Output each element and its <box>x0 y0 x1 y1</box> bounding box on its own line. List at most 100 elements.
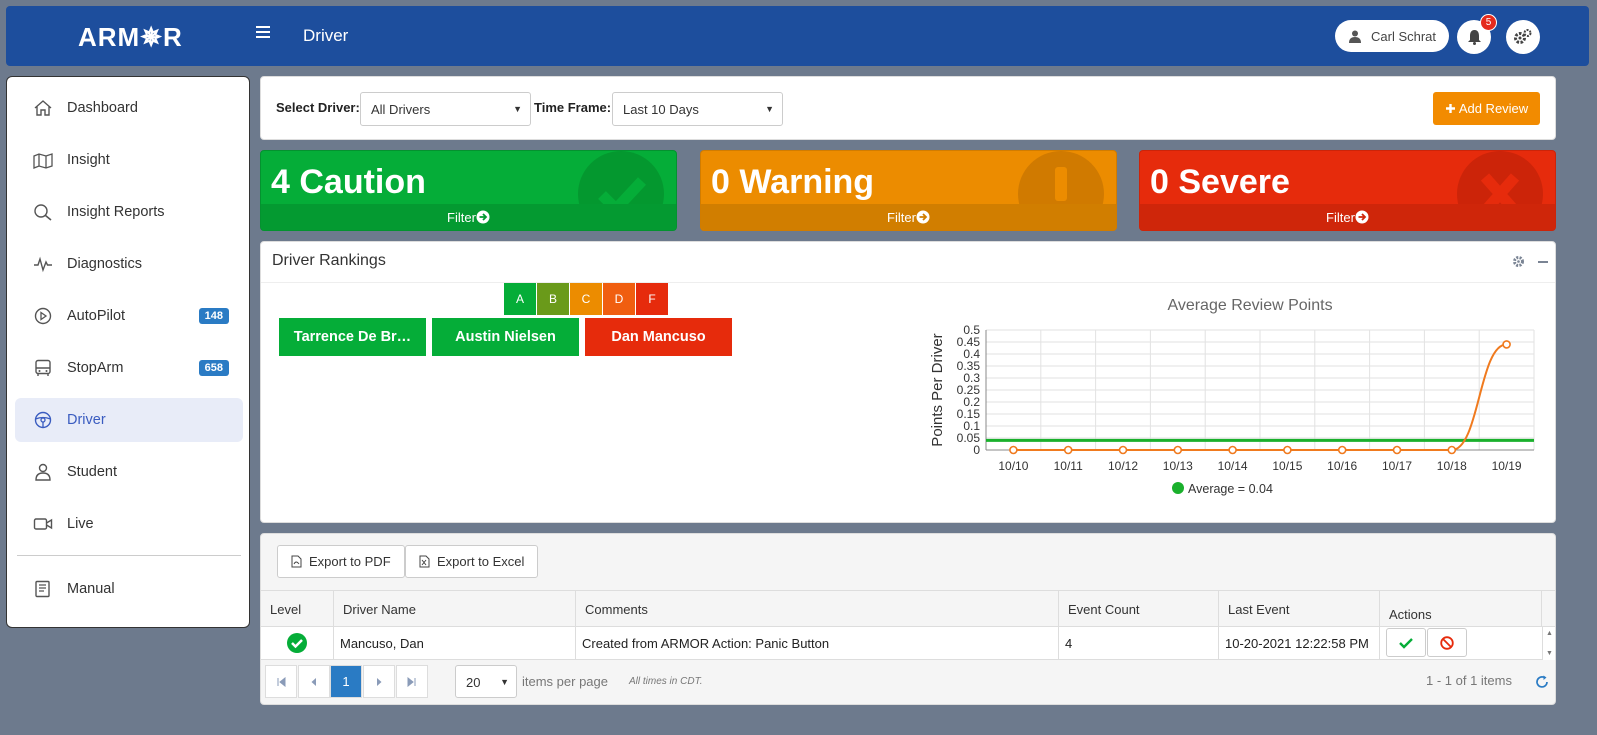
user-icon <box>1349 30 1361 43</box>
add-review-label: Add Review <box>1458 101 1529 116</box>
grade-a[interactable]: A <box>504 283 536 315</box>
settings-button[interactable] <box>1506 20 1540 54</box>
map-icon <box>33 153 53 169</box>
severe-card: 0 Severe Filter <box>1139 150 1556 231</box>
select-driver-label: Select Driver: <box>276 100 360 115</box>
notification-badge: 5 <box>1480 14 1497 31</box>
y-tick-label: 0.3 <box>963 371 980 385</box>
data-point <box>1173 445 1183 455</box>
sidebar-item-stoparm[interactable]: StopArm 658 <box>15 346 243 390</box>
notifications-button[interactable]: 5 <box>1457 14 1497 54</box>
refresh-icon[interactable] <box>1535 675 1549 689</box>
sidebar-item-student[interactable]: Student <box>15 450 243 494</box>
column-header-event-count[interactable]: Event Count <box>1059 591 1219 627</box>
user-name: Carl Schrat <box>1371 28 1437 44</box>
hamburger-menu-icon[interactable] <box>256 26 270 38</box>
home-icon <box>34 100 52 116</box>
add-review-button[interactable]: Add Review <box>1433 92 1540 125</box>
user-menu-button[interactable]: Carl Schrat <box>1335 20 1449 52</box>
video-camera-icon <box>33 518 53 530</box>
page-size-select[interactable]: 20 ▼ <box>455 665 517 698</box>
sidebar-item-label: Insight <box>67 152 110 168</box>
data-point <box>1063 445 1073 455</box>
data-point <box>1228 445 1237 455</box>
caution-count: 4 Caution <box>271 163 426 201</box>
gear-icon[interactable] <box>1512 255 1525 268</box>
y-tick-label: 0.1 <box>963 419 980 433</box>
search-icon <box>34 204 52 221</box>
column-header-last-event[interactable]: Last Event <box>1219 591 1380 627</box>
excel-file-icon <box>419 555 430 568</box>
sidebar-item-autopilot[interactable]: AutoPilot 148 <box>15 294 243 338</box>
sidebar-item-insight-reports[interactable]: Insight Reports <box>15 190 243 234</box>
student-icon <box>35 463 51 481</box>
time-frame-select[interactable]: Last 10 Days <box>612 92 783 126</box>
column-header-actions: Actions <box>1380 591 1542 627</box>
next-page-button[interactable] <box>363 665 395 698</box>
previous-page-button[interactable] <box>298 665 330 698</box>
grade-d[interactable]: D <box>603 283 635 315</box>
table-scrollbar[interactable]: ▲ ▼ <box>1542 627 1555 660</box>
sidebar-item-label: Student <box>67 464 117 480</box>
warning-filter-link[interactable]: Filter <box>701 204 1116 230</box>
severe-count: 0 Severe <box>1150 163 1290 201</box>
minimize-icon[interactable] <box>1537 255 1549 268</box>
autopilot-count-badge: 148 <box>198 308 229 324</box>
x-tick-label: 10/18 <box>1437 459 1467 473</box>
pager-summary: 1 - 1 of 1 items <box>1426 673 1512 688</box>
driver-select[interactable]: All Drivers <box>360 92 531 126</box>
export-pdf-label: Export to PDF <box>309 554 391 569</box>
sidebar-item-label: Dashboard <box>67 100 138 116</box>
sidebar-item-driver[interactable]: Driver <box>15 398 243 442</box>
column-header-driver-name[interactable]: Driver Name <box>334 591 576 627</box>
plus-icon <box>1445 104 1455 113</box>
sidebar-item-live[interactable]: Live <box>15 502 243 546</box>
driver-rank-chip[interactable]: Dan Mancuso <box>585 318 732 356</box>
average-review-points-chart: Average Review Points 00.050.10.150.20.25… <box>929 297 1535 496</box>
top-bar: ARM✵R Driver Carl Schrat 5 <box>6 6 1589 66</box>
data-point <box>1447 445 1457 455</box>
reject-button[interactable] <box>1427 628 1467 657</box>
warning-count: 0 Warning <box>711 163 875 201</box>
y-tick-label: 0.2 <box>963 395 980 409</box>
chart-title: Average Review Points <box>1167 297 1332 314</box>
data-point <box>1009 445 1018 455</box>
grade-f[interactable]: F <box>636 283 668 315</box>
approve-button[interactable] <box>1386 628 1426 657</box>
sidebar-item-dashboard[interactable]: Dashboard <box>15 86 243 130</box>
export-pdf-button[interactable]: Export to PDF <box>277 545 405 578</box>
driver-select-value: All Drivers <box>371 102 431 117</box>
sidebar-item-manual[interactable]: Manual <box>15 567 243 611</box>
grade-c[interactable]: C <box>570 283 602 315</box>
panel-header <box>261 242 1555 283</box>
caution-card: 4 Caution Filter <box>260 150 677 231</box>
grade-b[interactable]: B <box>537 283 569 315</box>
filter-label: Filter <box>1326 209 1355 225</box>
data-point <box>1118 445 1128 455</box>
driver-rank-chip[interactable]: Tarrence De Br… <box>279 318 426 356</box>
sidebar-item-insight[interactable]: Insight <box>15 138 243 182</box>
data-point <box>1337 445 1347 455</box>
armor-logo[interactable]: ARM✵R <box>78 22 183 53</box>
first-page-button[interactable] <box>265 665 297 698</box>
warning-card: 0 Warning Filter <box>700 150 1117 231</box>
export-excel-button[interactable]: Export to Excel <box>405 545 539 578</box>
sidebar-item-diagnostics[interactable]: Diagnostics <box>15 242 243 286</box>
column-header-level[interactable]: Level <box>261 591 334 627</box>
sidebar-item-label: Live <box>67 516 94 532</box>
data-point <box>1502 340 1511 349</box>
last-page-button[interactable] <box>396 665 428 698</box>
caution-filter-link[interactable]: Filter <box>261 204 676 230</box>
driver-rank-chip[interactable]: Austin Nielsen <box>432 318 579 356</box>
current-page-button[interactable]: 1 <box>330 665 362 698</box>
play-circle-icon <box>34 307 52 325</box>
column-header-comments[interactable]: Comments <box>576 591 1059 627</box>
arrow-circle-right-icon <box>1355 210 1369 224</box>
sidebar-divider <box>17 555 241 556</box>
last-event-cell: 10-20-2021 12:22:58 PM <box>1219 627 1380 659</box>
comments-cell: Created from ARMOR Action: Panic Button <box>576 627 1059 659</box>
arrow-circle-right-icon <box>476 210 490 224</box>
level-cell <box>261 627 334 659</box>
x-tick-label: 10/14 <box>1218 459 1248 473</box>
severe-filter-link[interactable]: Filter <box>1140 204 1555 230</box>
